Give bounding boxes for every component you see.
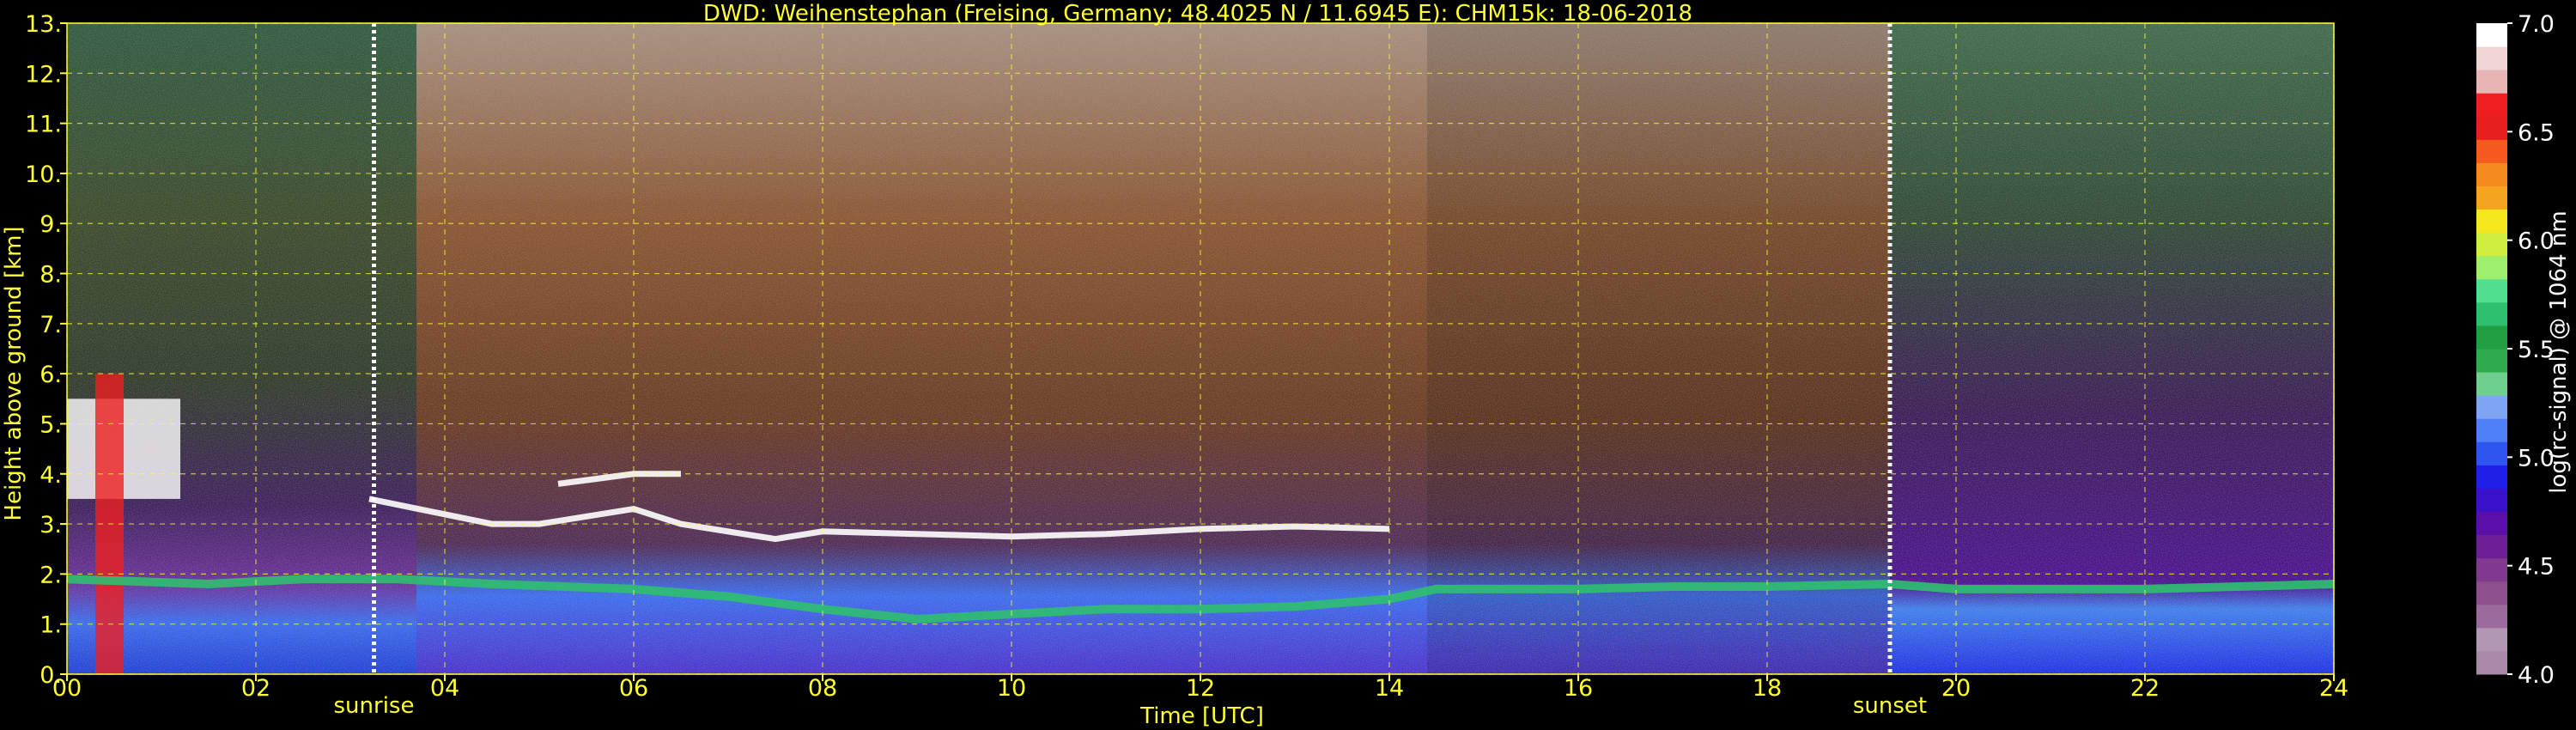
colorbar-tick-label: 7.0 <box>2518 11 2555 38</box>
colorbar-segment <box>2476 301 2507 326</box>
colorbar-segment <box>2476 465 2507 489</box>
y-tick-label: 8. <box>39 262 62 289</box>
x-tick-label: 08 <box>808 675 837 702</box>
colorbar-segment <box>2476 232 2507 257</box>
colorbar-segment <box>2476 139 2507 163</box>
colorbar-segment <box>2476 650 2507 675</box>
colorbar-tick-label: 6.5 <box>2518 119 2555 146</box>
marker-label: sunrise <box>334 693 415 719</box>
colorbar-segment <box>2476 116 2507 140</box>
x-tick-label: 20 <box>1941 675 1971 702</box>
x-tick-label: 12 <box>1186 675 1215 702</box>
colorbar-segment <box>2476 604 2507 629</box>
y-tick-label: 0. <box>39 662 62 689</box>
colorbar-label: log(rc-signal) @ 1064 nm <box>2546 210 2572 493</box>
y-tick-label: 5. <box>39 411 62 438</box>
y-tick-label: 13. <box>25 11 62 38</box>
colorbar-segment <box>2476 534 2507 559</box>
colorbar: 4.04.55.05.56.06.57.0 <box>2476 11 2555 689</box>
colorbar-segment <box>2476 186 2507 210</box>
colorbar-segment <box>2476 511 2507 536</box>
colorbar-segment <box>2476 325 2507 350</box>
colorbar-tick-label: 4.5 <box>2518 554 2555 581</box>
x-axis-label: Time [UTC] <box>1139 703 1264 729</box>
y-tick-label: 2. <box>39 562 62 588</box>
colorbar-segment <box>2476 209 2507 234</box>
colorbar-segment <box>2476 46 2507 70</box>
colorbar-segment <box>2476 581 2507 605</box>
x-tick-label: 16 <box>1564 675 1593 702</box>
x-tick-label: 04 <box>430 675 459 702</box>
y-tick-label: 3. <box>39 512 62 538</box>
y-tick-label: 6. <box>39 362 62 388</box>
x-tick-label: 10 <box>997 675 1026 702</box>
y-tick-label: 4. <box>39 462 62 489</box>
colorbar-segment <box>2476 162 2507 186</box>
y-tick-label: 7. <box>39 312 62 338</box>
colorbar-segment <box>2476 372 2507 396</box>
colorbar-segment <box>2476 488 2507 512</box>
x-tick-label: 02 <box>241 675 270 702</box>
chart-title: DWD: Weihenstephan (Freising, Germany; 4… <box>703 1 1692 27</box>
x-tick-label: 06 <box>619 675 648 702</box>
colorbar-segment <box>2476 557 2507 582</box>
y-tick-label: 12. <box>25 61 62 88</box>
y-tick-label: 10. <box>25 161 62 188</box>
y-tick-label: 9. <box>39 211 62 238</box>
colorbar-segment <box>2476 418 2507 442</box>
colorbar-segment <box>2476 349 2507 373</box>
x-tick-label: 24 <box>2319 675 2348 702</box>
x-tick-label: 14 <box>1375 675 1404 702</box>
colorbar-segment <box>2476 278 2507 303</box>
y-tick-label: 11. <box>25 112 62 138</box>
colorbar-segment <box>2476 627 2507 652</box>
colorbar-tick-label: 4.0 <box>2518 662 2555 689</box>
colorbar-segment <box>2476 93 2507 117</box>
colorbar-segment <box>2476 395 2507 419</box>
y-axis-label: Height above ground [km] <box>1 226 27 520</box>
y-tick-label: 1. <box>39 612 62 639</box>
colorbar-segment <box>2476 255 2507 280</box>
colorbar-segment <box>2476 441 2507 465</box>
colorbar-segment <box>2476 23 2507 47</box>
colorbar-segment <box>2476 70 2507 94</box>
x-tick-label: 22 <box>2130 675 2160 702</box>
x-tick-label: 18 <box>1753 675 1782 702</box>
ceilometer-chart: sunrise sunset 00 02 04 06 08 10 12 14 16 18 20 22 24… <box>1 1 2572 729</box>
marker-label: sunset <box>1853 693 1927 719</box>
